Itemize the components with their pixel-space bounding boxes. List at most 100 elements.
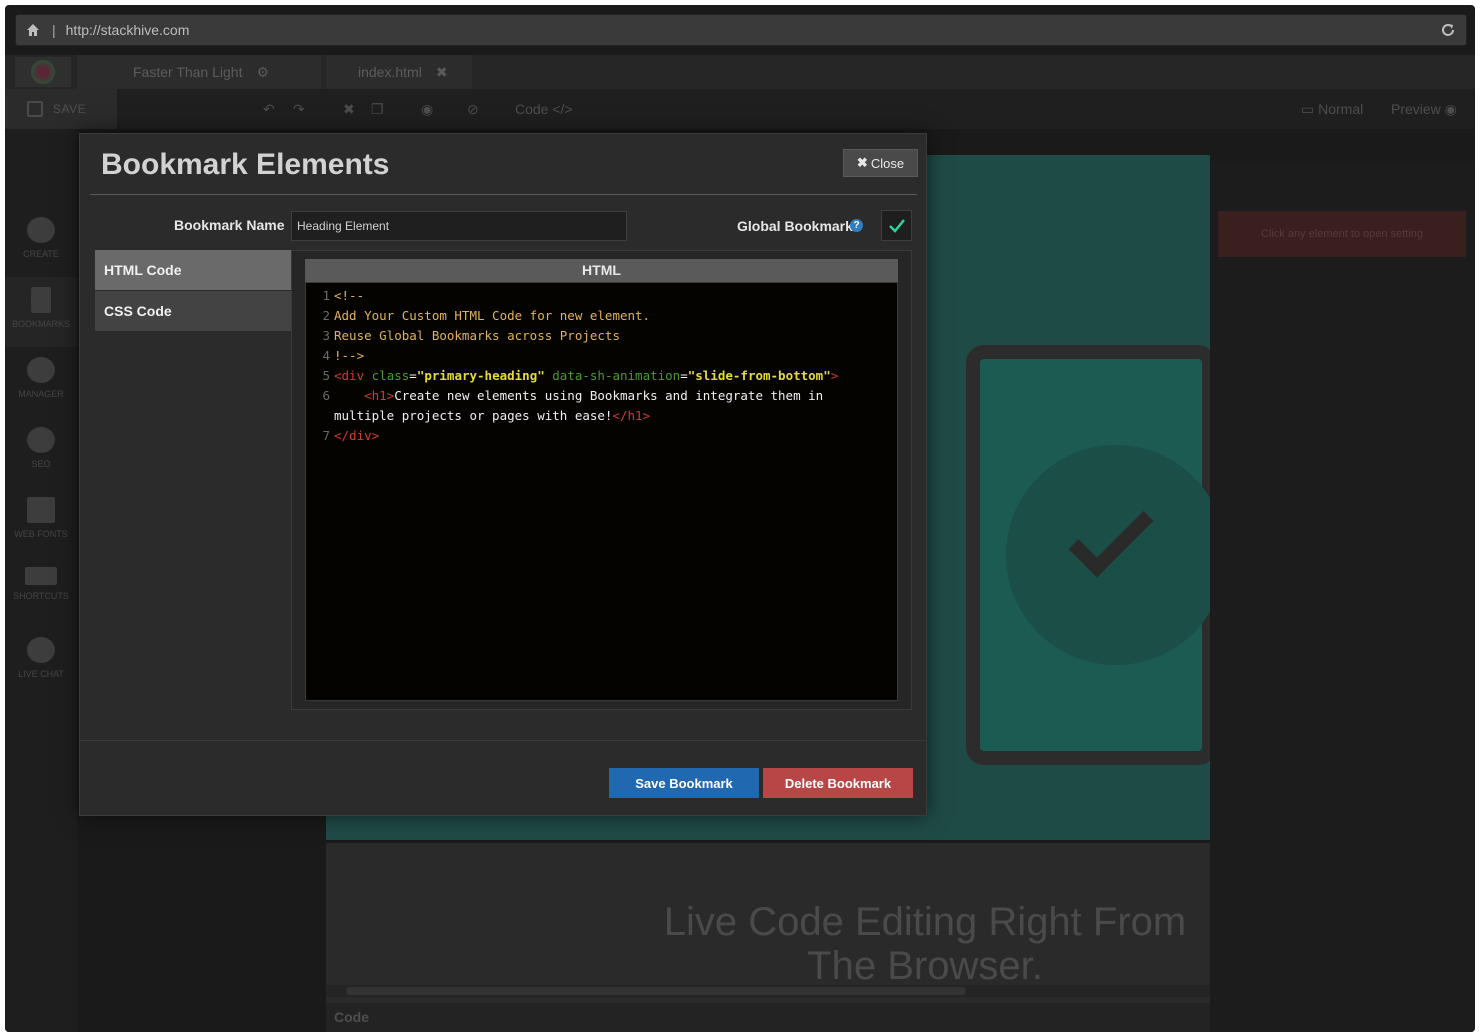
tab-file[interactable]: index.html ✖ (326, 55, 472, 89)
code-token: <div (334, 368, 372, 383)
settings-icon-bar (1210, 129, 1475, 163)
tabs-row: Faster Than Light ⚙ index.html ✖ (5, 55, 1475, 89)
code-line[interactable]: 3 Reuse Global Bookmarks across Projects (306, 326, 897, 346)
plus-circle-icon (27, 217, 55, 243)
code-line[interactable]: 1 <!-- (306, 286, 897, 306)
url-separator: | (52, 22, 56, 38)
code-line[interactable]: 5 <div class="primary-heading" data-sh-an… (306, 366, 897, 386)
code-line[interactable]: 6 <h1>Create new elements using Bookmark… (306, 386, 897, 426)
editor-container: HTML 1 <!-- 2 Add Your Custom HTML Code for… (291, 250, 912, 710)
code-text: !--> (334, 346, 897, 366)
bookmark-name-input[interactable] (291, 211, 627, 241)
undo-icon[interactable]: ↶ (263, 101, 275, 118)
line-number: 4 (322, 348, 330, 363)
modal-title: Bookmark Elements (101, 148, 390, 181)
global-bookmark-checkbox[interactable] (881, 210, 912, 241)
code-token: <h1> (334, 388, 395, 403)
eye-icon[interactable]: ◉ (421, 101, 433, 118)
scrollbar-thumb[interactable] (346, 987, 966, 995)
editor-header: HTML (305, 259, 898, 282)
save-button[interactable]: SAVE (5, 89, 117, 129)
sidebar-item-shortcuts[interactable]: SHORTCUTS (5, 557, 77, 627)
sidebar-item-label: MANAGER (18, 389, 64, 399)
delete-bookmark-button[interactable]: Delete Bookmark (763, 768, 913, 798)
sidebar-item-live-chat[interactable]: LIVE CHAT (5, 627, 77, 697)
url-text[interactable]: http://stackhive.com (66, 22, 1440, 38)
logo-mark (31, 60, 55, 84)
save-bookmark-button[interactable]: Save Bookmark (609, 768, 759, 798)
right-settings-panel: Click any element to open setting (1210, 129, 1475, 1032)
keyboard-icon (25, 567, 57, 585)
line-number: 2 (322, 308, 330, 323)
sidebar-item-manager[interactable]: MANAGER (5, 347, 77, 417)
eye-slash-icon[interactable]: ⊘ (467, 101, 479, 118)
code-line[interactable]: 4 !--> (306, 346, 897, 366)
code-token: = (409, 368, 417, 383)
sidebar-item-label: CREATE (23, 249, 59, 259)
canvas-headline: Live Code Editing Right From The Browser… (663, 900, 1187, 988)
save-icon (27, 101, 43, 117)
code-token: Create new elements using Bookmarks and … (334, 388, 831, 423)
code-type-tabs: HTML Code CSS Code (95, 250, 291, 332)
normal-label: Normal (1318, 101, 1364, 117)
code-token: Reuse Global Bookmarks across Projects (334, 328, 620, 343)
line-number: 3 (322, 328, 330, 343)
sidebar-item-label: SEO (31, 459, 51, 469)
refresh-icon[interactable] (1440, 22, 1456, 38)
code-editor[interactable]: 1 <!-- 2 Add Your Custom HTML Code for new … (305, 282, 898, 701)
gear-icon[interactable]: ⚙ (256, 64, 269, 81)
help-icon[interactable]: ? (850, 219, 863, 232)
sidebar-item-create[interactable]: CREATE (5, 207, 77, 277)
code-token: "primary-heading" (416, 368, 545, 383)
tab-css-code[interactable]: CSS Code (95, 291, 291, 331)
redo-icon[interactable]: ↷ (293, 101, 305, 118)
save-label: SAVE (53, 102, 87, 116)
code-line[interactable]: 7 </div> (306, 426, 897, 446)
code-text: <h1>Create new elements using Bookmarks … (334, 386, 897, 426)
code-text: </div> (334, 426, 897, 446)
tab-file-label: index.html (358, 64, 422, 80)
code-token: !--> (334, 348, 365, 363)
horizontal-scrollbar[interactable] (326, 985, 1210, 997)
code-token: Add Your Custom HTML Code for new elemen… (334, 308, 651, 323)
code-token: </div> (334, 428, 380, 443)
line-number: 1 (322, 288, 330, 303)
sidebar-item-seo[interactable]: SEO (5, 417, 77, 487)
copy-icon[interactable]: ❐ (371, 101, 384, 118)
tab-project[interactable]: Faster Than Light ⚙ (77, 55, 321, 89)
code-text: <!-- (334, 286, 897, 306)
code-line[interactable]: 2 Add Your Custom HTML Code for new eleme… (306, 306, 897, 326)
tab-html-code[interactable]: HTML Code (95, 250, 291, 290)
preview-button[interactable]: Preview ◉ (1391, 101, 1457, 118)
tab-label: HTML Code (104, 262, 182, 278)
code-text: Reuse Global Bookmarks across Projects (334, 326, 897, 346)
left-sidebar: CREATE BOOKMARKS MANAGER SEO WEB FONTS S… (5, 129, 77, 1032)
bookmark-name-label: Bookmark Name (174, 217, 285, 233)
title-divider (90, 194, 917, 195)
toolbar: SAVE ↶ ↷ ✖ ❐ ◉ ⊘ Code </> ▭ Normal Previ… (5, 89, 1475, 129)
code-toggle[interactable]: Code </> (515, 101, 573, 117)
chat-icon (27, 637, 55, 663)
code-token: = (680, 368, 688, 383)
code-token: class (371, 368, 410, 383)
app-logo[interactable] (15, 57, 71, 87)
close-tab-icon[interactable]: ✖ (436, 64, 448, 81)
close-button[interactable]: ✖ Close (843, 149, 918, 177)
tab-label: CSS Code (104, 303, 172, 319)
close-label: Close (870, 155, 905, 171)
line-number: 6 (322, 388, 330, 403)
normal-view-button[interactable]: ▭ Normal (1301, 101, 1363, 118)
sidebar-item-web-fonts[interactable]: WEB FONTS (5, 487, 77, 557)
font-icon (27, 497, 55, 523)
code-token: </h1> (612, 408, 651, 423)
bookmark-modal: Bookmark Elements ✖Close Bookmark Name G… (79, 133, 927, 816)
code-token: "slide-from-bottom" (687, 368, 831, 383)
sidebar-item-bookmarks[interactable]: BOOKMARKS (5, 277, 77, 347)
delete-icon[interactable]: ✖ (343, 101, 355, 118)
preview-label: Preview (1391, 101, 1441, 117)
close-icon: ✖ (856, 155, 868, 170)
checkmark-icon (888, 218, 905, 233)
url-bar[interactable]: | http://stackhive.com (15, 14, 1467, 46)
code-panel-bar[interactable]: Code (326, 1003, 1210, 1032)
home-icon[interactable] (26, 23, 40, 37)
